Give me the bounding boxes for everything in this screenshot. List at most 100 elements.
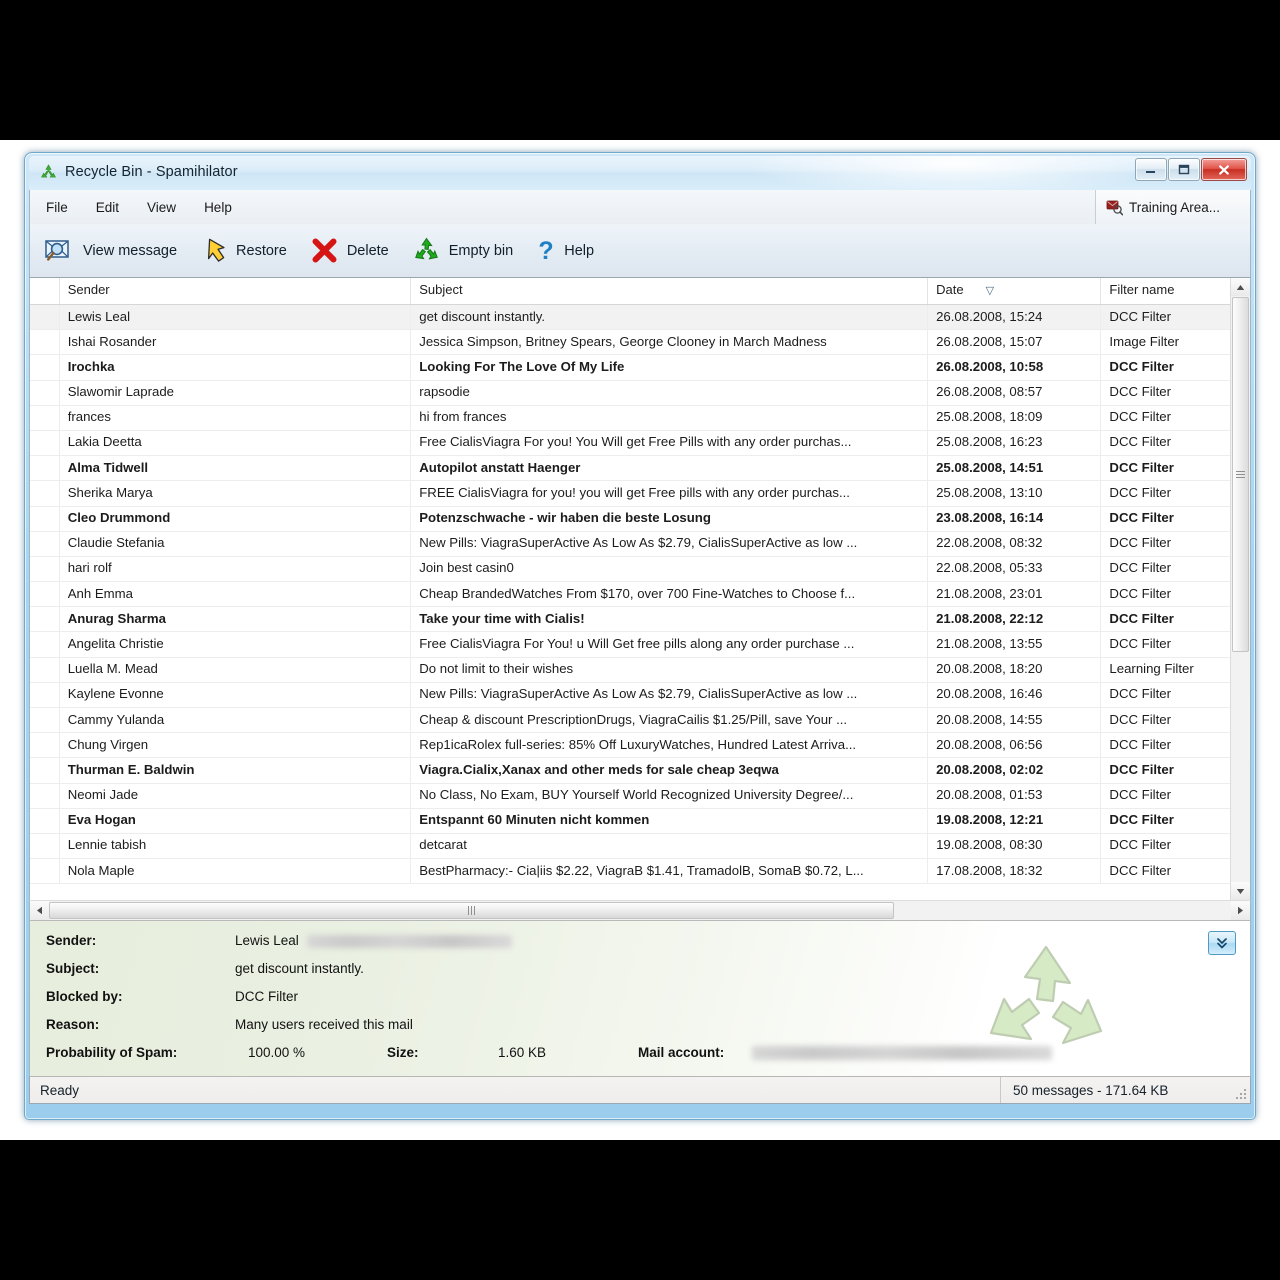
maximize-button[interactable] <box>1168 158 1200 181</box>
table-row[interactable]: Kaylene Evonne New Pills: ViagraSuperActi… <box>30 682 1250 708</box>
table-row[interactable]: Nola Maple BestPharmacy:- Cia|iis $2.22, … <box>30 858 1250 885</box>
menu-item-file[interactable]: File <box>34 197 80 218</box>
table-row[interactable]: Lakia Deetta Free CialisViagra For you! Y… <box>30 430 1250 457</box>
hscroll-thumb-grip <box>468 906 475 915</box>
table-row[interactable]: Alma Tidwell Autopilot anstatt Haenger 25.… <box>30 455 1250 482</box>
cell-sender: Lakia Deetta <box>60 430 412 456</box>
column-header-filter[interactable]: Filter name <box>1101 278 1250 304</box>
table-row[interactable]: Eva Hogan Entspannt 60 Minuten nicht komm… <box>30 808 1250 834</box>
scroll-left-button[interactable] <box>30 901 49 920</box>
detail-sender-email-redacted <box>306 935 512 948</box>
close-button[interactable] <box>1201 158 1247 181</box>
cell-subject: Cheap & discount PrescriptionDrugs, Viag… <box>411 707 929 733</box>
column-header-date[interactable]: Date ▽ <box>928 278 1102 304</box>
table-row[interactable]: Anurag Sharma Take your time with Cialis!… <box>30 606 1250 633</box>
scroll-up-button[interactable] <box>1231 278 1250 296</box>
cell-sender: Irochka <box>60 354 412 381</box>
training-area-button[interactable]: Training Area... <box>1095 190 1250 224</box>
scroll-down-button[interactable] <box>1231 882 1250 900</box>
help-button[interactable]: ? Help <box>537 237 594 264</box>
vertical-scroll-thumb[interactable] <box>1232 297 1249 652</box>
table-row[interactable]: Cammy Yulanda Cheap & discount Prescripti… <box>30 707 1250 734</box>
status-message: Ready <box>40 1082 80 1098</box>
recycle-icon <box>41 164 56 178</box>
table-row[interactable]: Lennie tabish detcarat 19.08.2008, 08:30 DC… <box>30 833 1250 860</box>
detail-label-sender: Sender: <box>46 933 97 948</box>
detail-value-mail-account-redacted <box>752 1046 1052 1060</box>
delete-x-icon <box>312 238 337 263</box>
cell-subject: rapsodie <box>411 380 929 406</box>
table-row[interactable]: Sherika Marya FREE CialisViagra for you! … <box>30 480 1250 507</box>
table-row[interactable]: frances hi from frances 25.08.2008, 18:09 D… <box>30 405 1250 431</box>
cell-subject: Join best casin0 <box>411 556 929 582</box>
cell-date: 21.08.2008, 23:01 <box>928 581 1102 607</box>
message-details-pane: Sender: Lewis Leal Subject: get discount… <box>29 920 1251 1076</box>
cell-filter: DCC Filter <box>1109 711 1171 727</box>
cell-subject: New Pills: ViagraSuperActive As Low As $… <box>411 531 929 557</box>
table-row[interactable]: Angelita Christie Free CialisViagra For Y… <box>30 631 1250 658</box>
table-row[interactable]: Anh Emma Cheap BrandedWatches From $170, … <box>30 581 1250 608</box>
list-vertical-scrollbar[interactable] <box>1230 278 1250 900</box>
cell-date: 17.08.2008, 18:32 <box>928 858 1102 884</box>
cell-sender: Cleo Drummond <box>60 506 412 532</box>
cell-date: 21.08.2008, 22:12 <box>928 606 1102 632</box>
cell-filter: DCC Filter <box>1109 610 1174 626</box>
help-question-icon: ? <box>539 237 554 264</box>
cell-subject: No Class, No Exam, BUY Yourself World Re… <box>411 783 929 809</box>
detail-label-reason: Reason: <box>46 1017 100 1032</box>
training-area-label: Training Area... <box>1129 199 1221 215</box>
column-header-subject[interactable]: Subject <box>411 278 929 304</box>
table-row[interactable]: Cleo Drummond Potenzschwache - wir haben … <box>30 506 1250 532</box>
cell-filter: DCC Filter <box>1109 358 1174 374</box>
restore-button[interactable]: Restore <box>201 237 287 264</box>
cell-subject: Viagra.Cialix,Xanax and other meds for s… <box>411 757 929 784</box>
cell-sender: Kaylene Evonne <box>60 682 412 708</box>
cell-subject: Potenzschwache - wir haben die beste Los… <box>411 506 929 532</box>
menu-item-help[interactable]: Help <box>192 197 244 218</box>
cell-sender: Thurman E. Baldwin <box>60 757 412 784</box>
table-row[interactable]: Slawomir Laprade rapsodie 26.08.2008, 08:5… <box>30 380 1250 406</box>
row-gutter <box>30 480 60 506</box>
view-message-button[interactable]: View message <box>44 238 177 264</box>
scroll-right-button[interactable] <box>1231 901 1250 920</box>
table-row[interactable]: Thurman E. Baldwin Viagra.Cialix,Xanax an… <box>30 757 1250 784</box>
detail-label-blocked-by: Blocked by: <box>46 989 123 1004</box>
table-row[interactable]: hari rolf Join best casin0 22.08.2008, 05:… <box>30 556 1250 583</box>
cell-filter: DCC Filter <box>1109 736 1171 752</box>
table-row[interactable]: Luella M. Mead Do not limit to their wish… <box>30 657 1250 683</box>
cell-sender: frances <box>60 405 412 431</box>
expand-details-button[interactable] <box>1208 931 1236 955</box>
cell-subject: Do not limit to their wishes <box>411 657 929 683</box>
row-gutter <box>30 732 60 758</box>
list-horizontal-scrollbar[interactable] <box>29 900 1251 920</box>
cell-sender: Lennie tabish <box>60 833 412 859</box>
detail-value-sender: Lewis Leal <box>235 933 512 948</box>
row-gutter <box>30 305 60 330</box>
cell-sender: hari rolf <box>60 556 412 582</box>
cell-filter: DCC Filter <box>1109 862 1171 878</box>
resize-grip[interactable] <box>1236 1089 1247 1100</box>
table-row[interactable]: Claudie Stefania New Pills: ViagraSuperAc… <box>30 531 1250 557</box>
cell-date: 20.08.2008, 14:55 <box>928 707 1102 733</box>
minimize-button[interactable] <box>1135 158 1167 181</box>
table-row[interactable]: Neomi Jade No Class, No Exam, BUY Yoursel… <box>30 783 1250 809</box>
cell-date: 20.08.2008, 06:56 <box>928 732 1102 758</box>
empty-bin-button[interactable]: Empty bin <box>413 237 513 264</box>
help-label: Help <box>564 242 595 259</box>
table-row[interactable]: Chung Virgen Rep1icaRolex full-series: 85… <box>30 732 1250 759</box>
menu-item-edit[interactable]: Edit <box>84 197 131 218</box>
column-header-sender[interactable]: Sender <box>60 278 412 304</box>
delete-button[interactable]: Delete <box>311 237 389 264</box>
cell-subject: New Pills: ViagraSuperActive As Low As $… <box>411 682 929 708</box>
cell-subject: FREE CialisViagra for you! you will get … <box>411 480 929 506</box>
cell-subject: Take your time with Cialis! <box>411 606 929 632</box>
table-row[interactable]: Lewis Leal get discount instantly. 26.08.2… <box>30 305 1250 331</box>
horizontal-scroll-thumb[interactable] <box>49 902 894 919</box>
detail-label-size: Size: <box>387 1045 419 1060</box>
table-row[interactable]: Irochka Looking For The Love Of My Life 26… <box>30 354 1250 381</box>
cell-sender: Slawomir Laprade <box>60 380 412 406</box>
cell-date: 25.08.2008, 16:23 <box>928 430 1102 456</box>
cell-sender: Sherika Marya <box>60 480 412 506</box>
table-row[interactable]: Ishai Rosander Jessica Simpson, Britney S… <box>30 329 1250 356</box>
menu-item-view[interactable]: View <box>135 197 188 218</box>
